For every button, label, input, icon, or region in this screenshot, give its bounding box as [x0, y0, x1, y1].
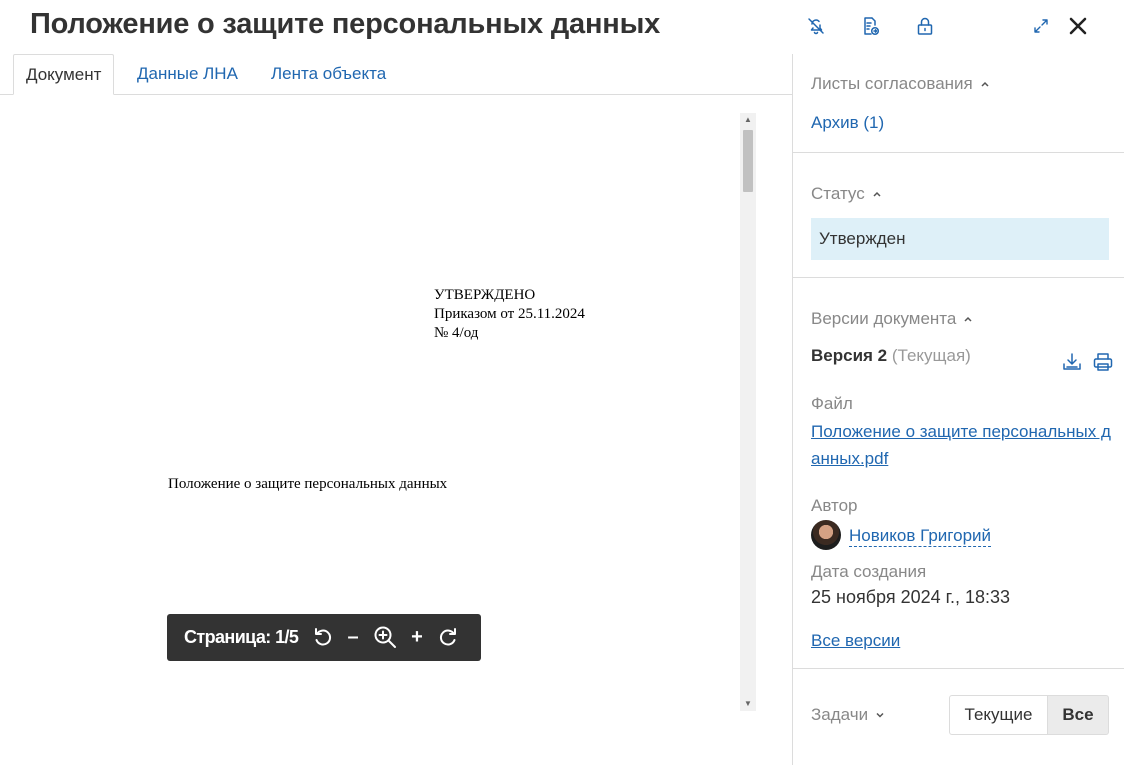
status-header[interactable]: Статус — [811, 184, 883, 204]
expand-icon[interactable] — [1027, 12, 1055, 40]
chevron-up-icon — [981, 81, 989, 87]
chevron-up-icon — [964, 316, 972, 322]
avatar[interactable] — [811, 520, 841, 550]
author-label: Автор — [811, 496, 858, 515]
details-sidebar: Листы согласования Архив (1) Статус Утве… — [792, 54, 1124, 765]
approval-sheets-title: Листы согласования — [811, 74, 973, 93]
page-toolbar: Страница: 1/5 – + — [167, 614, 481, 661]
created-value: 25 ноября 2024 г., 18:33 — [811, 587, 1011, 607]
page-label: Страница: — [184, 627, 271, 647]
download-icon[interactable] — [1061, 351, 1083, 373]
version-note: (Текущая) — [891, 346, 971, 365]
version-heading: Версия 2 (Текущая) — [811, 346, 971, 366]
document-body-title: Положение о защите персональных данных — [168, 476, 448, 492]
zoom-in-icon[interactable] — [371, 623, 399, 651]
scroll-thumb[interactable] — [743, 130, 753, 192]
rotate-right-icon[interactable] — [434, 623, 462, 651]
all-versions-link[interactable]: Все версии — [811, 631, 900, 651]
header-toolbar — [800, 12, 1100, 40]
tab-lna-data[interactable]: Данные ЛНА — [137, 54, 238, 95]
approved-line-3: № 4/од — [434, 325, 479, 341]
created-label: Дата создания — [811, 562, 927, 581]
tab-bar: Документ Данные ЛНА Лента объекта — [0, 54, 792, 95]
tasks-header[interactable]: Задачи — [811, 705, 886, 725]
tab-object-feed[interactable]: Лента объекта — [271, 54, 386, 95]
zoom-plus-button[interactable]: + — [403, 623, 431, 651]
approved-line-2: Приказом от 25.11.2024 — [434, 306, 585, 322]
version-name: Версия 2 — [811, 346, 888, 365]
file-link[interactable]: Положение о защите персональных данных.p… — [811, 418, 1111, 472]
document-viewer[interactable] — [0, 95, 792, 765]
archive-link[interactable]: Архив (1) — [811, 113, 884, 133]
status-badge: Утвержден — [811, 218, 1109, 260]
versions-title: Версии документа — [811, 309, 957, 328]
rotate-left-icon[interactable] — [309, 623, 337, 651]
document-scrollbar[interactable]: ▲ ▼ — [740, 113, 756, 711]
approval-sheets-header[interactable]: Листы согласования — [811, 74, 991, 94]
chevron-down-icon — [876, 712, 884, 718]
page-indicator: Страница: 1/5 — [184, 614, 299, 661]
scroll-up-icon[interactable]: ▲ — [740, 113, 756, 127]
close-icon[interactable] — [1064, 12, 1092, 40]
lock-icon[interactable] — [911, 12, 939, 40]
status-title: Статус — [811, 184, 865, 203]
scroll-down-icon[interactable]: ▼ — [740, 697, 756, 711]
zoom-out-button[interactable]: – — [339, 623, 367, 651]
bell-off-icon[interactable] — [802, 12, 830, 40]
tasks-title: Задачи — [811, 705, 869, 724]
versions-header[interactable]: Версии документа — [811, 309, 974, 329]
tasks-filter-current[interactable]: Текущие — [949, 695, 1048, 735]
tasks-filter-all[interactable]: Все — [1047, 695, 1109, 735]
document-export-icon[interactable] — [856, 12, 884, 40]
page-title: Положение о защите персональных данных — [30, 8, 661, 40]
approved-line-1: УТВЕРЖДЕНО — [434, 287, 536, 303]
file-label: Файл — [811, 394, 853, 413]
tab-document[interactable]: Документ — [13, 54, 115, 95]
chevron-up-icon — [873, 191, 881, 197]
author-link[interactable]: Новиков Григорий — [849, 526, 992, 547]
page-total: 5 — [288, 627, 299, 647]
print-icon[interactable] — [1092, 351, 1114, 373]
